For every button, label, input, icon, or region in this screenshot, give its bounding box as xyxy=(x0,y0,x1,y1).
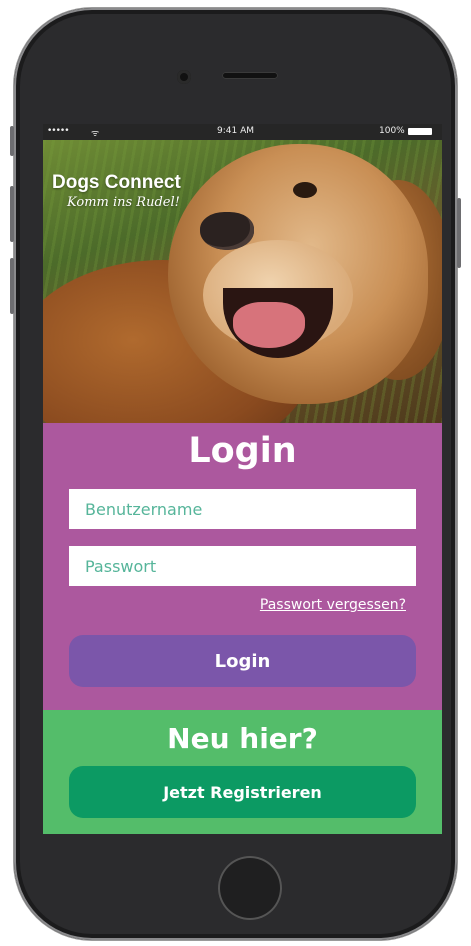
speaker-icon xyxy=(222,72,278,79)
camera-icon xyxy=(177,70,191,84)
login-button[interactable]: Login xyxy=(69,635,416,687)
register-heading: Neu hier? xyxy=(167,722,318,755)
brand-tagline: Komm ins Rudel! xyxy=(67,195,180,210)
brand-title: Dogs Connect xyxy=(52,172,181,193)
dog-eye xyxy=(293,182,317,198)
password-input[interactable] xyxy=(69,546,416,586)
wifi-icon: ᯤ xyxy=(91,129,100,139)
status-bar: ••••• ᯤ 9:41 AM 100% xyxy=(43,124,442,140)
forgot-password-link[interactable]: Passwort vergessen? xyxy=(260,597,406,613)
volume-down-button xyxy=(10,258,14,314)
login-heading: Login xyxy=(188,431,297,471)
battery-percent: 100% xyxy=(379,126,405,136)
dog-tongue xyxy=(233,302,305,348)
hero-dog-photo: Dogs Connect Komm ins Rudel! xyxy=(43,140,442,423)
mute-switch xyxy=(10,126,14,156)
status-time: 9:41 AM xyxy=(217,126,254,136)
dog-nose xyxy=(200,212,254,250)
register-panel: Neu hier? Jetzt Registrieren xyxy=(43,710,442,834)
register-button[interactable]: Jetzt Registrieren xyxy=(69,766,416,818)
username-input[interactable] xyxy=(69,489,416,529)
battery-icon xyxy=(408,128,432,135)
home-button-icon[interactable] xyxy=(218,856,282,920)
password-field xyxy=(69,546,416,586)
app-screen: ••••• ᯤ 9:41 AM 100% Dogs Connect Komm i… xyxy=(43,124,442,834)
volume-up-button xyxy=(10,186,14,242)
username-field xyxy=(69,489,416,529)
signal-icon: ••••• xyxy=(47,126,70,136)
power-button xyxy=(457,198,461,268)
login-panel: Login Passwort vergessen? Login xyxy=(43,423,442,710)
